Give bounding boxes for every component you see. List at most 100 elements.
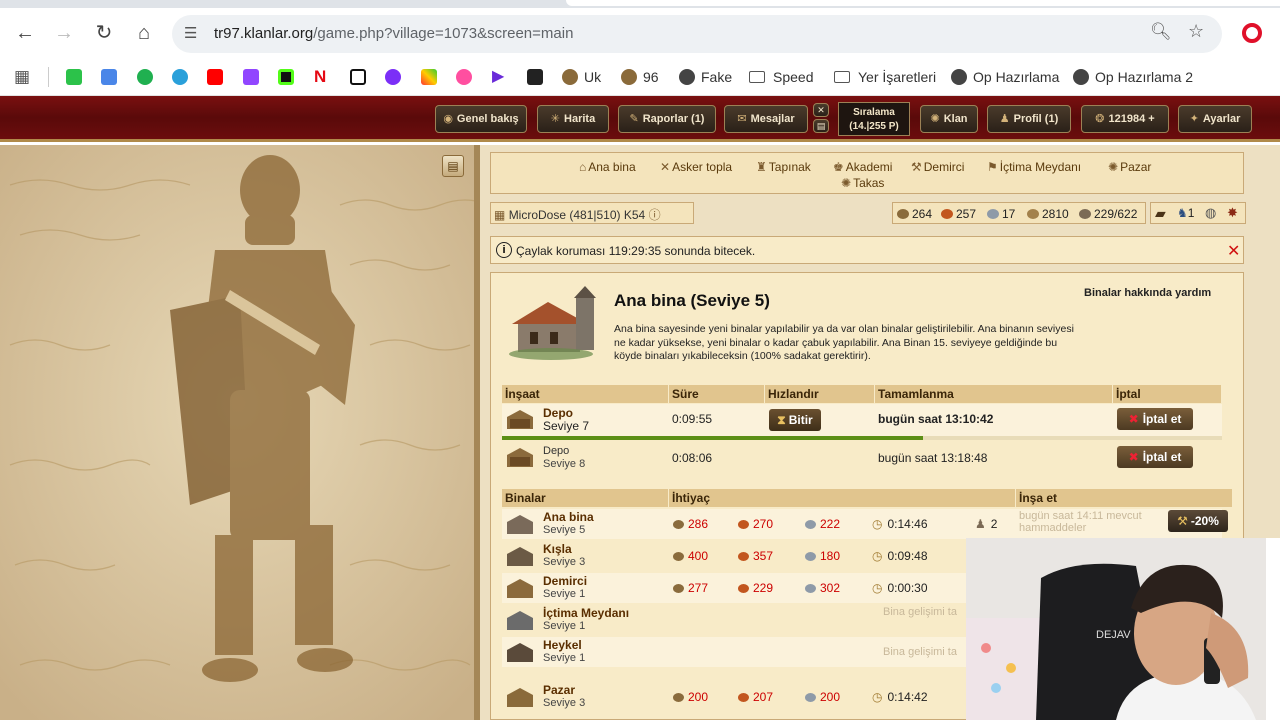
ranking-button[interactable]: Sıralama (14.|255 P): [838, 102, 910, 136]
bookmark-96[interactable]: 96: [621, 66, 659, 88]
site-info-icon[interactable]: ☰: [184, 24, 197, 42]
premium-points-button[interactable]: ❂ 121984 +: [1081, 105, 1169, 133]
wood-cost: 400: [673, 549, 708, 563]
clay-cost: 207: [738, 690, 773, 704]
toggle-sidebar-icon[interactable]: ▤: [442, 155, 464, 177]
reports-button[interactable]: ✎ Raporlar (1): [618, 105, 716, 133]
clay-icon: [738, 693, 749, 702]
back-icon[interactable]: ←: [10, 18, 40, 48]
bookmark-c-icon[interactable]: [456, 66, 472, 88]
discount-build-button[interactable]: ⚒ -20%: [1168, 510, 1228, 532]
close-icon[interactable]: ✕: [1227, 241, 1240, 261]
build-time: ◷ 0:14:46: [872, 517, 928, 531]
help-link[interactable]: Binalar hakkında yardım: [1084, 287, 1211, 299]
apps-grid-icon[interactable]: ▦: [14, 66, 30, 88]
bookmark-colorful-icon[interactable]: [421, 66, 437, 88]
iron-cost: 200: [805, 690, 840, 704]
clock-icon: ◷: [872, 549, 883, 563]
requirements-header: İhtiyaç: [669, 489, 1015, 507]
menu-akademi[interactable]: ♚ Akademi: [833, 160, 892, 174]
swords-icon[interactable]: ✕: [813, 103, 829, 117]
zoom-icon[interactable]: 🔍︎: [1150, 22, 1172, 42]
bookmark-netflix-icon[interactable]: N: [314, 66, 326, 88]
home-icon[interactable]: ⌂: [129, 18, 159, 48]
profile-button[interactable]: ♟ Profil (1): [987, 105, 1071, 133]
quill-icon: ✎: [629, 113, 639, 125]
bookmark-notion-icon[interactable]: [350, 66, 366, 88]
scroll-icon[interactable]: ▤: [813, 119, 829, 133]
bookmark-telegram-icon[interactable]: [172, 66, 188, 88]
main-building-icon: ⌂: [579, 160, 587, 174]
clock-icon: ◷: [872, 581, 883, 595]
units-count[interactable]: ♞1: [1177, 206, 1194, 220]
bookmark-uk[interactable]: Uk: [562, 66, 601, 88]
menu-asker-topla[interactable]: ✕ Asker topla: [660, 160, 732, 174]
reload-icon[interactable]: ↻: [89, 18, 119, 48]
menu-takas[interactable]: ✺ Takas: [841, 176, 884, 190]
menu-tapinak[interactable]: ♜ Tapınak: [756, 160, 811, 174]
bookmark-fake[interactable]: Fake: [679, 66, 732, 88]
map-button[interactable]: ✳ Harita: [537, 105, 609, 133]
academy-icon: ♚: [833, 160, 844, 174]
trade-icon: ✺: [841, 176, 852, 190]
bookmark-translate-icon[interactable]: [101, 66, 117, 88]
queue-building-level: Seviye 8: [543, 458, 586, 470]
rally-point-icon: ⚑: [987, 160, 998, 174]
bookmark-green-icon[interactable]: [137, 66, 153, 88]
building-icon: [507, 547, 533, 566]
wood-icon: [673, 693, 684, 702]
bookmark-1-icon[interactable]: [66, 66, 82, 88]
premium-icon: ❂: [1095, 113, 1105, 125]
building-level: Seviye 3: [543, 697, 586, 709]
availability-note: Bina gelişimi ta: [883, 646, 957, 658]
building-name[interactable]: İçtima Meydanı: [543, 606, 629, 620]
menu-pazar[interactable]: ✺ Pazar: [1108, 160, 1151, 174]
bookmark-folder-speed[interactable]: Speed: [749, 66, 813, 88]
main-building-image: [509, 286, 596, 360]
building-icon: [507, 579, 533, 598]
shield-icon[interactable]: ◍: [1205, 205, 1216, 221]
queue-header-duration: Süre: [669, 385, 764, 403]
building-row: Ana bina Seviye 5 286 270 222 ◷ 0:14:46 ♟ 2 bugün…: [502, 509, 1228, 539]
bookmark-play-icon[interactable]: ▶: [492, 66, 504, 88]
queue-duration: 0:09:55: [672, 412, 713, 426]
address-bar[interactable]: ☰ tr97.klanlar.org/game.php?village=1073…: [172, 15, 1222, 53]
bookmark-twitch-icon[interactable]: [243, 66, 259, 88]
forward-icon[interactable]: →: [49, 18, 79, 48]
availability-note: bugün saat 14:11 mevcut hammaddeler: [1019, 510, 1142, 534]
queue-completion: bugün saat 13:10:42: [878, 412, 994, 426]
menu-ana-bina[interactable]: ⌂ Ana bina: [579, 160, 636, 174]
bookmark-purple-icon[interactable]: [385, 66, 401, 88]
messages-button[interactable]: ✉ Mesajlar: [724, 105, 808, 133]
building-name[interactable]: Demirci: [543, 574, 587, 588]
bookmark-youtube-icon[interactable]: [207, 66, 223, 88]
bookmark-crown-icon[interactable]: [527, 66, 543, 88]
opera-icon[interactable]: [1242, 23, 1262, 43]
village-selector[interactable]: ▦ MicroDose (481|510) K54 ⓘ: [490, 202, 694, 224]
bookmark-folder-yer-isaretleri[interactable]: Yer İşaretleri: [834, 66, 936, 88]
bookmark-op-hazirlama[interactable]: Op Hazırlama: [951, 66, 1059, 88]
finish-now-button[interactable]: ⧗ Bitir: [769, 409, 821, 431]
protection-notice: i Çaylak koruması 119:29:35 sonunda bite…: [490, 236, 1244, 264]
building-name[interactable]: Pazar: [543, 683, 575, 697]
overview-button[interactable]: ◉ Genel bakış: [435, 105, 527, 133]
bookmark-star-icon[interactable]: ☆: [1188, 21, 1204, 42]
clan-button[interactable]: ✺ Klan: [920, 105, 978, 133]
settings-button[interactable]: ✦ Ayarlar: [1178, 105, 1252, 133]
clock-icon: ◷: [872, 690, 883, 704]
url-path: /game.php?village=1073&screen=main: [313, 25, 574, 42]
bookmark-op-hazirlama-2[interactable]: Op Hazırlama 2: [1073, 66, 1193, 88]
building-name[interactable]: Heykel: [543, 638, 582, 652]
flag-icon[interactable]: ✸: [1227, 205, 1238, 221]
book-icon[interactable]: ▰: [1155, 205, 1166, 222]
building-name[interactable]: Kışla: [543, 542, 572, 556]
storage-capacity: 2810: [1027, 207, 1069, 221]
bookmark-kick-icon[interactable]: [278, 66, 294, 88]
menu-demirci[interactable]: ⚒ Demirci: [911, 160, 964, 174]
menu-ictima-meydani[interactable]: ⚑ İçtima Meydanı: [987, 160, 1081, 174]
cancel-button[interactable]: ✖ İptal et: [1117, 446, 1193, 468]
cancel-button[interactable]: ✖ İptal et: [1117, 408, 1193, 430]
iron-amount: 17: [987, 207, 1015, 221]
building-name[interactable]: Ana bina: [543, 510, 594, 524]
game-topbar: ◉ Genel bakış ✳ Harita ✎ Raporlar (1) ✉ Mesa…: [0, 96, 1280, 142]
